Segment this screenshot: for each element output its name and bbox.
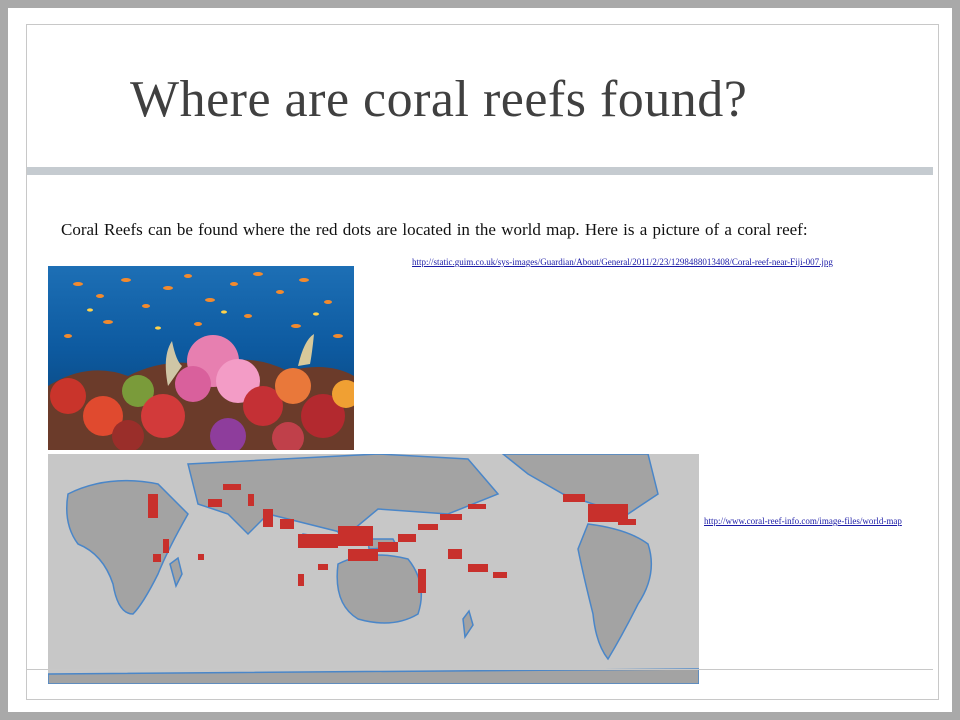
coral-reef-photo <box>48 266 354 450</box>
reef-image-source-link[interactable]: http://static.guim.co.uk/sys-images/Guar… <box>412 257 960 267</box>
coral-reef-world-map <box>48 454 699 684</box>
map-image-source-link[interactable]: http://www.coral-reef-info.com/image-fil… <box>704 516 960 526</box>
footer-divider <box>27 669 933 670</box>
body-text: Coral Reefs can be found where the red d… <box>61 220 808 239</box>
title-divider <box>27 167 933 175</box>
slide-title: Where are coral reefs found? <box>130 71 748 128</box>
